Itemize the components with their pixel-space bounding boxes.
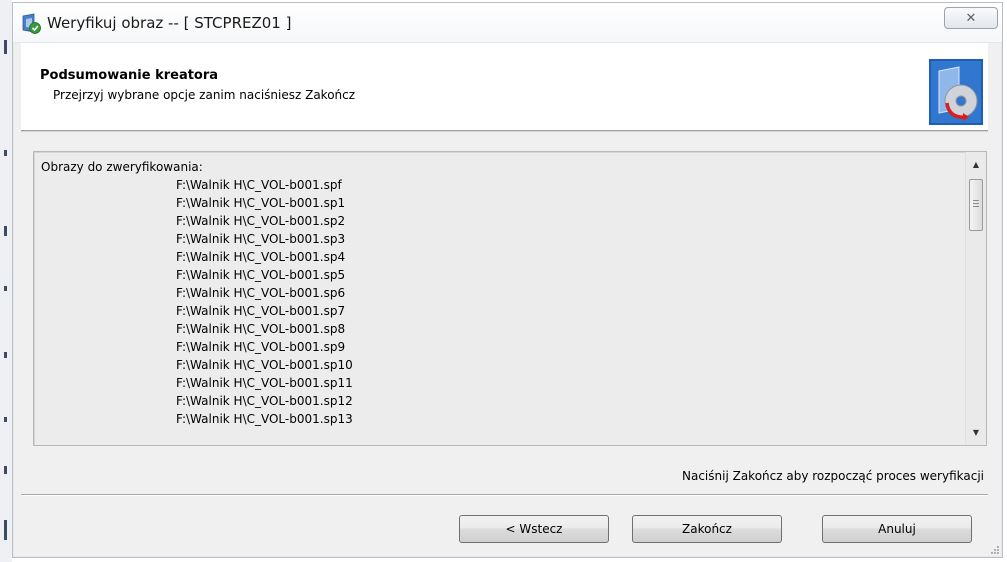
list-item: F:\Walnik H\C_VOL-b001.sp2 xyxy=(176,214,346,228)
scroll-thumb[interactable] xyxy=(969,179,983,231)
page-title: Podsumowanie kreatora xyxy=(40,68,219,83)
summary-listbox[interactable]: Obrazy do zweryfikowania: F:\Walnik H\C_… xyxy=(33,151,987,446)
vertical-scrollbar[interactable]: ▲ ▼ xyxy=(965,152,986,445)
list-item: F:\Walnik H\C_VOL-b001.spf xyxy=(176,178,342,192)
scroll-down-button[interactable]: ▼ xyxy=(966,424,986,441)
desktop-edge xyxy=(0,0,12,562)
list-item: F:\Walnik H\C_VOL-b001.sp10 xyxy=(176,358,353,372)
verify-image-disc-icon xyxy=(929,59,983,125)
list-item: F:\Walnik H\C_VOL-b001.sp11 xyxy=(176,376,353,390)
list-item: F:\Walnik H\C_VOL-b001.sp13 xyxy=(176,412,353,426)
resize-grip-icon[interactable] xyxy=(990,545,1000,555)
title-bar[interactable]: Weryfikuj obraz -- [ STCPREZ01 ] ✕ xyxy=(13,3,1002,43)
header-divider xyxy=(21,131,988,132)
cancel-button[interactable]: Anuluj xyxy=(822,515,972,543)
list-item: F:\Walnik H\C_VOL-b001.sp8 xyxy=(176,322,346,336)
list-item: F:\Walnik H\C_VOL-b001.sp3 xyxy=(176,232,346,246)
list-item: F:\Walnik H\C_VOL-b001.sp5 xyxy=(176,268,346,282)
arrow-up-icon: ▲ xyxy=(972,160,980,169)
close-icon: ✕ xyxy=(965,10,977,26)
list-item: F:\Walnik H\C_VOL-b001.sp7 xyxy=(176,304,346,318)
arrow-down-icon: ▼ xyxy=(972,428,980,437)
summary-text: Obrazy do zweryfikowania: F:\Walnik H\C_… xyxy=(34,152,964,445)
list-item: F:\Walnik H\C_VOL-b001.sp4 xyxy=(176,250,346,264)
app-shield-icon xyxy=(22,13,41,34)
status-message: Naciśnij Zakończ aby rozpocząć proces we… xyxy=(682,469,984,483)
list-item: F:\Walnik H\C_VOL-b001.sp6 xyxy=(176,286,346,300)
list-item: F:\Walnik H\C_VOL-b001.sp12 xyxy=(176,394,353,408)
summary-heading: Obrazy do zweryfikowania: xyxy=(41,160,203,174)
scroll-up-button[interactable]: ▲ xyxy=(966,156,986,173)
wizard-window: Weryfikuj obraz -- [ STCPREZ01 ] ✕ Podsu… xyxy=(12,2,1003,558)
page-subtitle: Przejrzyj wybrane opcje zanim naciśniesz… xyxy=(53,88,356,102)
window-title: Weryfikuj obraz -- [ STCPREZ01 ] xyxy=(47,14,292,32)
list-item: F:\Walnik H\C_VOL-b001.sp9 xyxy=(176,340,346,354)
close-button[interactable]: ✕ xyxy=(944,7,998,29)
back-button[interactable]: < Wstecz xyxy=(459,515,609,543)
finish-button[interactable]: Zakończ xyxy=(632,515,782,543)
wizard-header: Podsumowanie kreatora Przejrzyj wybrane … xyxy=(21,43,988,131)
screen: Weryfikuj obraz -- [ STCPREZ01 ] ✕ Podsu… xyxy=(0,0,1007,562)
list-item: F:\Walnik H\C_VOL-b001.sp1 xyxy=(176,196,346,210)
